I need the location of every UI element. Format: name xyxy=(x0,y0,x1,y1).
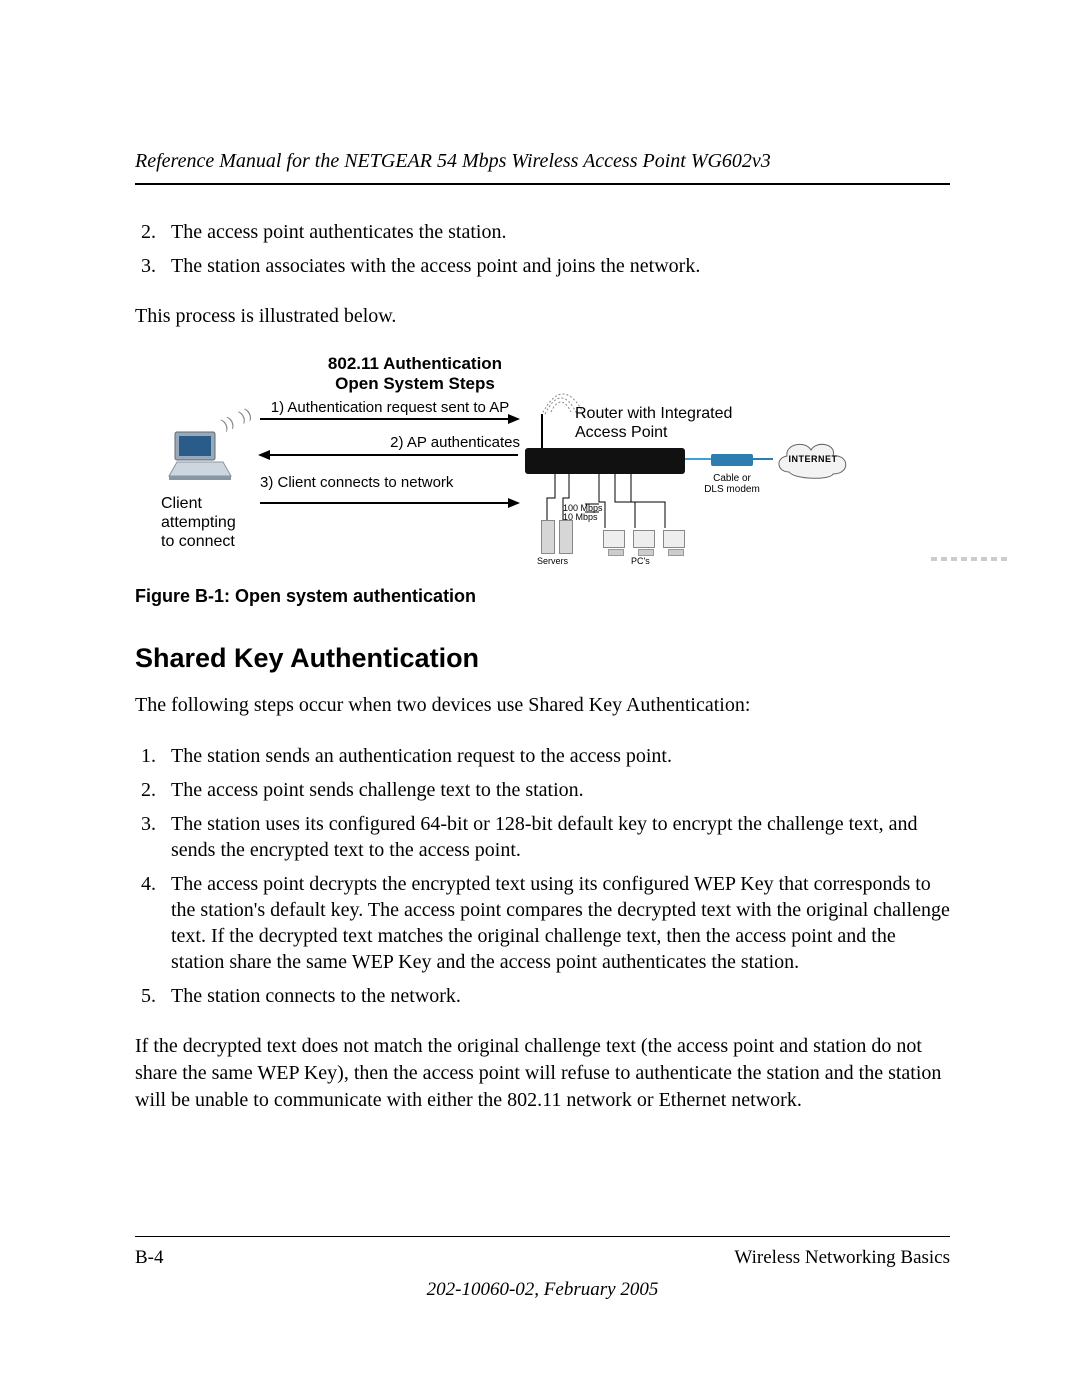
router-label: Router with Integrated Access Point xyxy=(575,404,732,442)
list-item: The station sends an authentication requ… xyxy=(161,743,950,769)
diagram-step-2: 2) AP authenticates xyxy=(260,434,520,451)
paragraph: If the decrypted text does not match the… xyxy=(135,1033,950,1114)
list-item: The access point authenticates the stati… xyxy=(161,219,950,245)
router-ports-icon xyxy=(931,557,1007,561)
internet-cloud-icon: INTERNET xyxy=(771,436,855,484)
running-header: Reference Manual for the NETGEAR 54 Mbps… xyxy=(135,150,950,185)
list-item: The access point decrypts the encrypted … xyxy=(161,871,950,975)
footer-rule xyxy=(135,1236,950,1237)
arrow-right-icon xyxy=(260,418,518,420)
paragraph: This process is illustrated below. xyxy=(135,303,950,330)
arrow-right-icon xyxy=(260,502,518,504)
router-icon xyxy=(525,448,685,474)
modem-icon xyxy=(711,454,753,466)
label-line: attempting xyxy=(161,514,236,531)
page-number: B-4 xyxy=(135,1247,164,1269)
internet-label: INTERNET xyxy=(771,454,855,464)
cable-link-icon xyxy=(685,458,711,460)
section-heading: Shared Key Authentication xyxy=(135,643,950,674)
label-line: Router with Integrated xyxy=(575,405,732,422)
server-icon xyxy=(541,520,555,554)
list-item: The station uses its configured 64-bit o… xyxy=(161,811,950,863)
label-line: DLS modem xyxy=(704,484,760,495)
server-icon xyxy=(559,520,573,554)
diagram-step-3: 3) Client connects to network xyxy=(260,474,520,491)
label-line: Client xyxy=(161,495,202,512)
paragraph: The following steps occur when two devic… xyxy=(135,692,950,719)
servers-label: Servers xyxy=(537,556,568,566)
modem-label: Cable or DLS modem xyxy=(697,474,767,495)
shared-key-steps-list: The station sends an authentication requ… xyxy=(161,743,950,1009)
footer-section-title: Wireless Networking Basics xyxy=(734,1247,950,1269)
pc-icon xyxy=(633,530,655,548)
arrow-left-icon xyxy=(260,454,518,456)
figure-caption: Figure B-1: Open system authentication xyxy=(135,586,950,607)
footer-docline: 202-10060-02, February 2005 xyxy=(135,1279,950,1301)
diagram-title-line: 802.11 Authentication xyxy=(328,354,502,373)
pc-icon xyxy=(663,530,685,548)
label-line: Cable or xyxy=(713,473,751,484)
diagram-title: 802.11 Authentication Open System Steps xyxy=(295,354,535,395)
list-item: The station connects to the network. xyxy=(161,983,950,1009)
continuation-list: The access point authenticates the stati… xyxy=(161,219,950,279)
client-label: Client attempting to connect xyxy=(161,494,236,552)
internet-link-icon xyxy=(753,458,773,460)
pc-icon xyxy=(603,530,625,548)
pcs-label: PC's xyxy=(631,556,650,566)
wifi-signal-icon: )) )) xyxy=(219,404,255,432)
list-item: The station associates with the access p… xyxy=(161,253,950,279)
page-footer: B-4 Wireless Networking Basics 202-10060… xyxy=(135,1236,950,1301)
diagram: 802.11 Authentication Open System Steps … xyxy=(165,354,855,560)
label-line: to connect xyxy=(161,533,235,550)
label-line: Access Point xyxy=(575,424,667,441)
diagram-step-1: 1) Authentication request sent to AP xyxy=(260,399,520,416)
laptop-icon xyxy=(165,426,235,482)
figure-open-system-auth: 802.11 Authentication Open System Steps … xyxy=(135,354,950,607)
diagram-title-line: Open System Steps xyxy=(335,374,495,393)
list-item: The access point sends challenge text to… xyxy=(161,777,950,803)
